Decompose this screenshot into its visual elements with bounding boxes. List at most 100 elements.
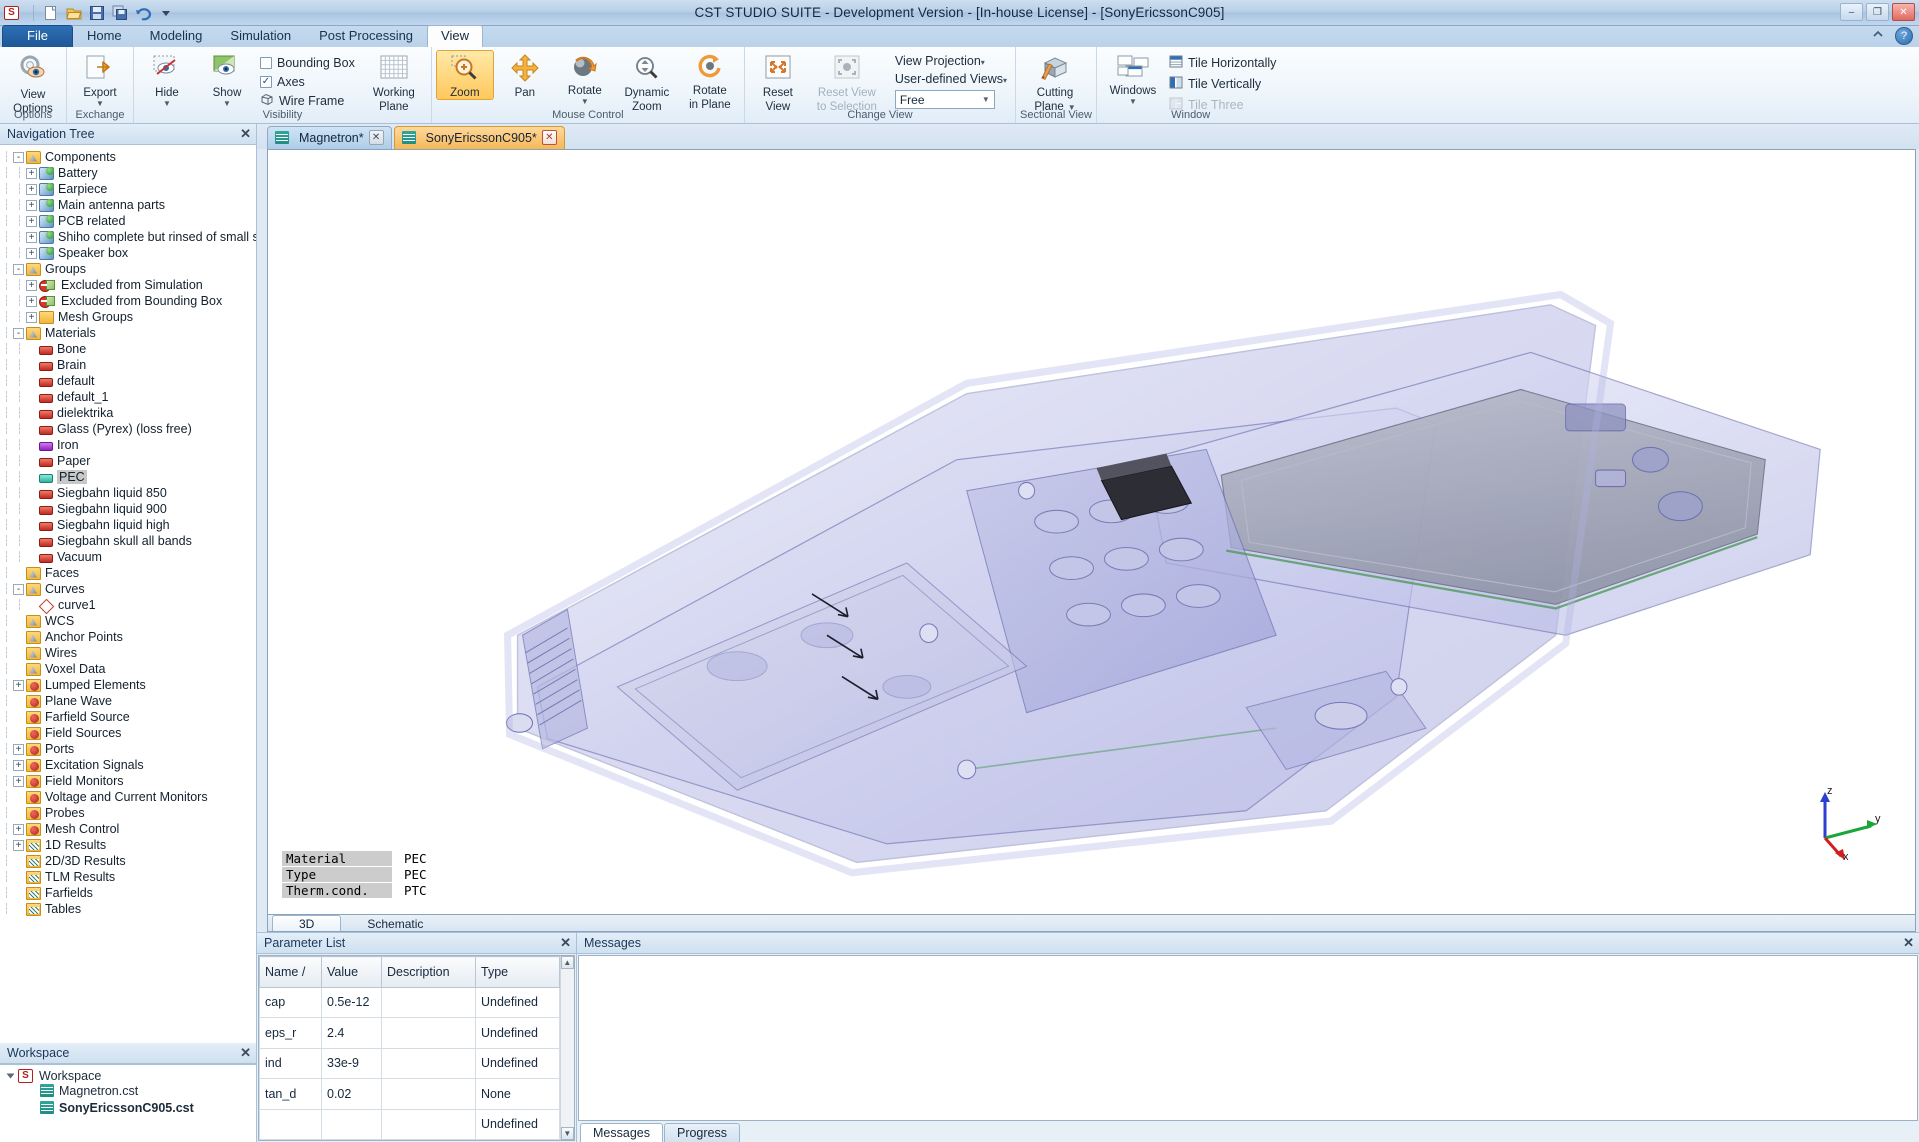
tree-expander-icon[interactable]: + bbox=[26, 295, 37, 307]
undo-icon[interactable] bbox=[134, 4, 152, 22]
parameter-column-header[interactable]: Description bbox=[381, 956, 476, 988]
document-tab-close-icon[interactable]: ✕ bbox=[541, 130, 557, 145]
windows-caret-icon[interactable]: ▼ bbox=[1129, 98, 1137, 106]
nav-tree-item[interactable]: ┆ - Components bbox=[0, 149, 256, 165]
scroll-down-icon[interactable]: ▼ bbox=[560, 1127, 574, 1140]
nav-tree-item[interactable]: ┆ ┆ + Battery bbox=[0, 165, 256, 181]
nav-tree-item[interactable]: ┆ ┆ Siegbahn skull all bands bbox=[0, 533, 256, 549]
axes-check-row[interactable]: ✓ Axes bbox=[260, 73, 355, 90]
nav-tree-item[interactable]: ┆ Tables bbox=[0, 901, 256, 917]
nav-tree-item[interactable]: ┆ ┆ + Mesh Groups bbox=[0, 309, 256, 325]
close-button[interactable]: ✕ bbox=[1892, 3, 1915, 21]
tree-expander-icon[interactable]: + bbox=[13, 839, 24, 851]
tree-expander-icon[interactable]: + bbox=[26, 183, 37, 195]
axes-checkbox[interactable]: ✓ bbox=[260, 75, 272, 88]
nav-tree-item[interactable]: ┆ Field Sources bbox=[0, 725, 256, 741]
nav-tree-item[interactable]: ┆ Voxel Data bbox=[0, 661, 256, 677]
zoom-button[interactable]: Zoom bbox=[435, 50, 494, 100]
nav-tree-item[interactable]: ┆ WCS bbox=[0, 613, 256, 629]
hide-caret-icon[interactable]: ▼ bbox=[163, 100, 171, 108]
nav-tree-item[interactable]: ┆ ┆ Iron bbox=[0, 437, 256, 453]
document-tab-magnetron[interactable]: Magnetron* ✕ bbox=[267, 126, 392, 149]
workspace-file-sonyericsson[interactable]: SonyEricssonC905.cst bbox=[0, 1099, 256, 1116]
nav-tree-item[interactable]: ┆ - Groups bbox=[0, 261, 256, 277]
minimize-button[interactable]: – bbox=[1840, 3, 1863, 21]
parameter-name-cell[interactable]: tan_d bbox=[259, 1078, 322, 1110]
table-row[interactable]: Undefined bbox=[259, 1108, 560, 1140]
tile-horizontally-item[interactable]: Tile Horizontally bbox=[1169, 54, 1276, 72]
nav-tree-item[interactable]: ┆ Plane Wave bbox=[0, 693, 256, 709]
nav-tree-item[interactable]: ┆ 2D/3D Results bbox=[0, 853, 256, 869]
messages-tab-progress[interactable]: Progress bbox=[663, 1123, 741, 1142]
save-copy-icon[interactable] bbox=[111, 4, 129, 22]
parameter-description-cell[interactable] bbox=[381, 1047, 476, 1079]
workspace-expander-icon[interactable] bbox=[6, 1073, 15, 1078]
quick-access-toolbar[interactable]: S bbox=[0, 4, 175, 22]
navigation-tree-close-icon[interactable]: ✕ bbox=[240, 126, 251, 142]
nav-tree-item[interactable]: ┆ ┆ + PCB related bbox=[0, 213, 256, 229]
viewport-tab-bar[interactable]: 3D Schematic bbox=[267, 915, 1916, 932]
parameter-value-cell[interactable]: 0.5e-12 bbox=[321, 986, 382, 1018]
workspace-close-icon[interactable]: ✕ bbox=[240, 1045, 251, 1061]
table-row[interactable]: tan_d 0.02 None bbox=[259, 1078, 560, 1110]
parameter-value-cell[interactable]: 0.02 bbox=[321, 1078, 382, 1110]
messages-body[interactable] bbox=[578, 955, 1918, 1121]
export-button[interactable]: Export ▼ bbox=[71, 50, 129, 108]
table-row[interactable]: ind 33e-9 Undefined bbox=[259, 1047, 560, 1079]
save-icon[interactable] bbox=[88, 4, 106, 22]
parameter-type-cell[interactable]: Undefined bbox=[475, 1047, 560, 1079]
parameter-list-close-icon[interactable]: ✕ bbox=[560, 935, 571, 951]
nav-tree-item[interactable]: ┆ ┆ + Earpiece bbox=[0, 181, 256, 197]
nav-tree-item[interactable]: ┆ ┆ default_1 bbox=[0, 389, 256, 405]
tree-expander-icon[interactable]: + bbox=[26, 279, 37, 291]
view-options-button[interactable]: View Options bbox=[4, 50, 62, 116]
tree-expander-icon[interactable]: + bbox=[13, 743, 24, 755]
tree-expander-icon[interactable]: - bbox=[13, 151, 24, 163]
document-tab-sonyericssonc905[interactable]: SonyEricssonC905* ✕ bbox=[393, 126, 565, 149]
ribbon-tab-simulation[interactable]: Simulation bbox=[216, 25, 305, 47]
parameter-name-cell[interactable]: cap bbox=[259, 986, 322, 1018]
nav-tree-item[interactable]: ┆ - Curves bbox=[0, 581, 256, 597]
dynamic-zoom-button[interactable]: Dynamic Zoom bbox=[616, 50, 678, 114]
open-icon[interactable] bbox=[65, 4, 83, 22]
parameter-description-cell[interactable] bbox=[381, 1108, 476, 1140]
show-button[interactable]: Show ▼ bbox=[198, 50, 256, 108]
tree-expander-icon[interactable]: - bbox=[13, 583, 24, 595]
ribbon-collapse-icon[interactable] bbox=[1871, 27, 1889, 45]
viewport-tab-schematic[interactable]: Schematic bbox=[341, 915, 449, 931]
messages-tab-bar[interactable]: Messages Progress bbox=[577, 1122, 1919, 1142]
ribbon-tab-bar[interactable]: File Home Modeling Simulation Post Proce… bbox=[0, 25, 1919, 47]
tree-expander-icon[interactable]: + bbox=[26, 167, 37, 179]
nav-tree-item[interactable]: ┆ +1D Results bbox=[0, 837, 256, 853]
ribbon-tab-modeling[interactable]: Modeling bbox=[136, 25, 217, 47]
nav-tree-item[interactable]: ┆ ┆ default bbox=[0, 373, 256, 389]
table-row[interactable]: cap 0.5e-12 Undefined bbox=[259, 986, 560, 1018]
nav-tree-item[interactable]: ┆ ┆ + Speaker box bbox=[0, 245, 256, 261]
parameter-column-header[interactable]: Name / bbox=[259, 956, 322, 988]
nav-tree-item[interactable]: ┆ ┆ Siegbahn liquid high bbox=[0, 517, 256, 533]
parameter-type-cell[interactable]: Undefined bbox=[475, 1108, 560, 1140]
parameter-table[interactable]: Name / Value Description Type cap 0.5e-12 Unde… bbox=[259, 956, 560, 1140]
help-button[interactable]: ? bbox=[1895, 27, 1913, 45]
maximize-button[interactable]: ❐ bbox=[1866, 3, 1889, 21]
tree-expander-icon[interactable]: + bbox=[13, 759, 24, 771]
nav-tree-item[interactable]: ┆ ┆ Siegbahn liquid 900 bbox=[0, 501, 256, 517]
user-defined-views-caret-icon[interactable]: ▾ bbox=[1003, 76, 1007, 85]
nav-tree-item[interactable]: ┆ ┆ Paper bbox=[0, 453, 256, 469]
rotate-caret-icon[interactable]: ▼ bbox=[581, 98, 589, 106]
nav-tree-item[interactable]: ┆ ┆ + Excluded from Bounding Box bbox=[0, 293, 256, 309]
parameter-table-scrollbar[interactable]: ▲ ▼ bbox=[559, 956, 574, 1140]
nav-tree-item[interactable]: ┆ ┆ PEC bbox=[0, 469, 256, 485]
view-preset-combobox[interactable]: Free ▼ bbox=[894, 90, 995, 109]
ribbon-tab-view[interactable]: View bbox=[427, 25, 483, 47]
window-controls[interactable]: – ❐ ✕ bbox=[1840, 3, 1915, 21]
nav-tree-item[interactable]: ┆ ┆ Vacuum bbox=[0, 549, 256, 565]
nav-tree-item[interactable]: ┆ ┆ Brain bbox=[0, 357, 256, 373]
qat-more-icon[interactable] bbox=[157, 4, 175, 22]
nav-tree-item[interactable]: ┆ ┆ + Main antenna parts bbox=[0, 197, 256, 213]
ribbon-tab-post-processing[interactable]: Post Processing bbox=[305, 25, 427, 47]
rotate-button[interactable]: Rotate ▼ bbox=[556, 50, 614, 106]
parameter-column-header[interactable]: Value bbox=[321, 956, 382, 988]
reset-view-button[interactable]: Reset View bbox=[749, 50, 807, 114]
tree-expander-icon[interactable]: + bbox=[26, 215, 37, 227]
